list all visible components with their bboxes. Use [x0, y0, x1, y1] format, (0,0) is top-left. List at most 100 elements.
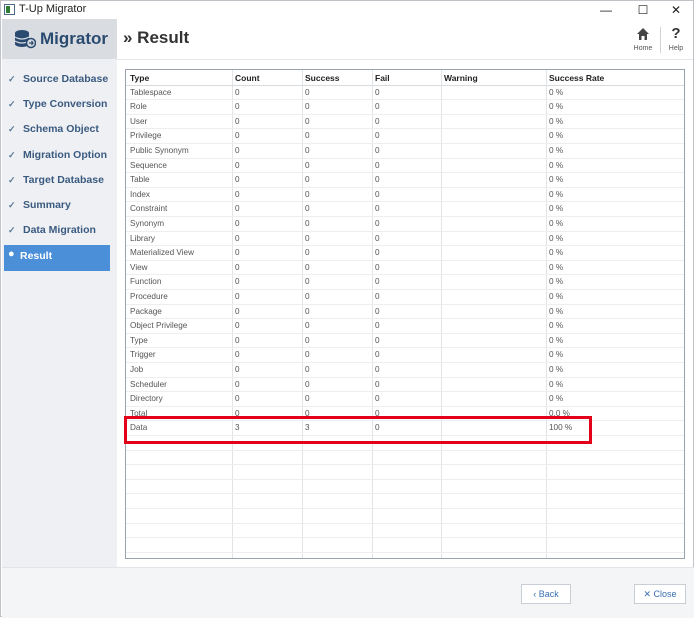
sidebar-item-label: Source Database: [23, 73, 109, 85]
close-button[interactable]: ✕ Close: [634, 584, 686, 604]
table-cell: 0: [235, 175, 240, 185]
table-row[interactable]: Materialized View 0 0 0 0 %: [126, 246, 684, 261]
table-row[interactable]: Scheduler 0 0 0 0 %: [126, 378, 684, 393]
table-cell: 0: [235, 233, 240, 243]
table-cell: 0: [375, 160, 380, 170]
table-cell: 0: [375, 175, 380, 185]
table-row[interactable]: View 0 0 0 0 %: [126, 261, 684, 276]
table-cell: 0: [235, 204, 240, 214]
table-row[interactable]: Tablespace 0 0 0 0 %: [126, 86, 684, 101]
table-cell: 0: [235, 408, 240, 418]
column-header[interactable]: Success Rate: [549, 73, 604, 83]
column-header[interactable]: Fail: [375, 73, 390, 83]
table-row[interactable]: User 0 0 0 0 %: [126, 115, 684, 130]
table-row[interactable]: Index 0 0 0 0 %: [126, 188, 684, 203]
home-label: Home: [633, 45, 653, 52]
table-cell: Job: [130, 365, 144, 374]
table-cell: 0: [235, 87, 240, 97]
table-cell: 0: [305, 146, 310, 155]
table-cell: Procedure: [130, 292, 168, 301]
table-row[interactable]: Package 0 0 0 0 %: [126, 305, 684, 320]
table-row[interactable]: Procedure 0 0 0 0 %: [126, 290, 684, 305]
table-cell: 0: [375, 131, 380, 141]
check-icon: ✓: [8, 225, 16, 236]
sidebar-item-migration-option[interactable]: ✓ Migration Option: [2, 145, 117, 170]
back-button[interactable]: ‹ Back: [521, 584, 571, 604]
table-cell: 0: [375, 219, 380, 228]
table-cell: 0: [305, 365, 310, 374]
table-cell: 0: [305, 189, 310, 199]
check-icon: ✓: [8, 74, 16, 84]
table-row[interactable]: Constraint 0 0 0 0 %: [126, 202, 684, 217]
table-row[interactable]: Job 0 0 0 0 %: [126, 363, 684, 378]
column-header[interactable]: Success: [305, 73, 340, 83]
table-row[interactable]: Object Privilege 0 0 0 0 %: [126, 319, 684, 334]
table-cell: 0: [375, 87, 380, 97]
minimize-button[interactable]: —: [591, 1, 621, 19]
close-window-button[interactable]: ✕: [661, 1, 691, 19]
sidebar-item-label: Summary: [23, 198, 71, 211]
column-header[interactable]: Warning: [444, 73, 478, 83]
table-row[interactable]: Directory 0 0 0 0 %: [126, 392, 684, 407]
check-icon: ✓: [8, 174, 16, 185]
sidebar-item-label: Target Database: [23, 173, 104, 186]
table-cell: 0: [375, 394, 380, 404]
table-row[interactable]: Role 0 0 0 0 %: [126, 100, 684, 115]
table-cell: 0: [375, 365, 380, 374]
help-button[interactable]: ? Help: [665, 23, 687, 52]
table-cell: 0 %: [549, 175, 564, 185]
table-cell: 0 %: [549, 219, 564, 228]
table-cell: 100 %: [549, 423, 573, 433]
empty-row: [126, 465, 684, 480]
table-cell: Function: [130, 277, 162, 287]
table-cell: Object Privilege: [130, 321, 188, 331]
sidebar-item-result[interactable]: ● Result: [4, 245, 110, 271]
table-cell: 0: [375, 204, 380, 214]
check-icon: ✓: [8, 99, 16, 110]
home-button[interactable]: Home: [629, 23, 657, 52]
maximize-button[interactable]: ☐: [628, 1, 658, 19]
table-row[interactable]: Function 0 0 0 0 %: [126, 275, 684, 290]
table-row[interactable]: Privilege 0 0 0 0 %: [126, 129, 684, 144]
table-cell: 0: [305, 408, 310, 418]
column-header[interactable]: Count: [235, 73, 260, 83]
table-cell: 0 %: [549, 204, 564, 214]
table-row[interactable]: Sequence 0 0 0 0 %: [126, 159, 684, 174]
table-cell: Package: [130, 306, 162, 316]
table-cell: 0: [235, 189, 240, 199]
table-row[interactable]: Trigger 0 0 0 0 %: [126, 348, 684, 363]
table-cell: 0: [375, 248, 380, 258]
table-cell: 0: [375, 292, 380, 301]
table-row[interactable]: Library 0 0 0 0 %: [126, 232, 684, 247]
sidebar-item-source-database[interactable]: ✓ Source Database: [2, 69, 117, 94]
page-title: » Result: [123, 28, 190, 47]
table-cell: 0 %: [549, 131, 564, 141]
table-row[interactable]: Total 0 0 0 0.0 %: [126, 407, 684, 422]
sidebar-item-target-database[interactable]: ✓ Target Database: [2, 170, 117, 195]
sidebar-item-data-migration[interactable]: ✓ Data Migration: [2, 220, 117, 245]
table-row[interactable]: Public Synonym 0 0 0 0 %: [126, 144, 684, 159]
table-row[interactable]: Table 0 0 0 0 %: [126, 173, 684, 188]
table-row[interactable]: Synonym 0 0 0 0 %: [126, 217, 684, 232]
sidebar-item-summary[interactable]: ✓ Summary: [2, 195, 117, 220]
table-cell: 0: [375, 102, 380, 112]
table-cell: Table: [130, 175, 150, 185]
table-cell: 0: [305, 204, 310, 214]
sidebar-item-type-conversion[interactable]: ✓ Type Conversion: [2, 94, 117, 119]
table-row[interactable]: Type 0 0 0 0 %: [126, 334, 684, 349]
table-cell: 0 %: [549, 394, 564, 404]
sidebar-item-schema-object[interactable]: ✓ Schema Object: [2, 119, 117, 144]
footer: ‹ Back ✕ Close: [2, 567, 694, 618]
table-cell: 0 %: [549, 350, 564, 360]
check-icon: ✓: [8, 199, 16, 210]
table-cell: 0.0 %: [549, 408, 570, 418]
table-cell: 0: [305, 116, 310, 126]
check-icon: ✓: [8, 149, 16, 160]
table-cell: Index: [130, 189, 151, 199]
table-cell: 0: [305, 335, 310, 345]
column-header[interactable]: Type: [130, 73, 149, 83]
table-cell: 0: [375, 408, 380, 418]
table-cell: 0 %: [549, 87, 564, 97]
table-row[interactable]: Data 3 3 0 100 %: [126, 421, 684, 436]
table-cell: 0: [375, 146, 380, 155]
